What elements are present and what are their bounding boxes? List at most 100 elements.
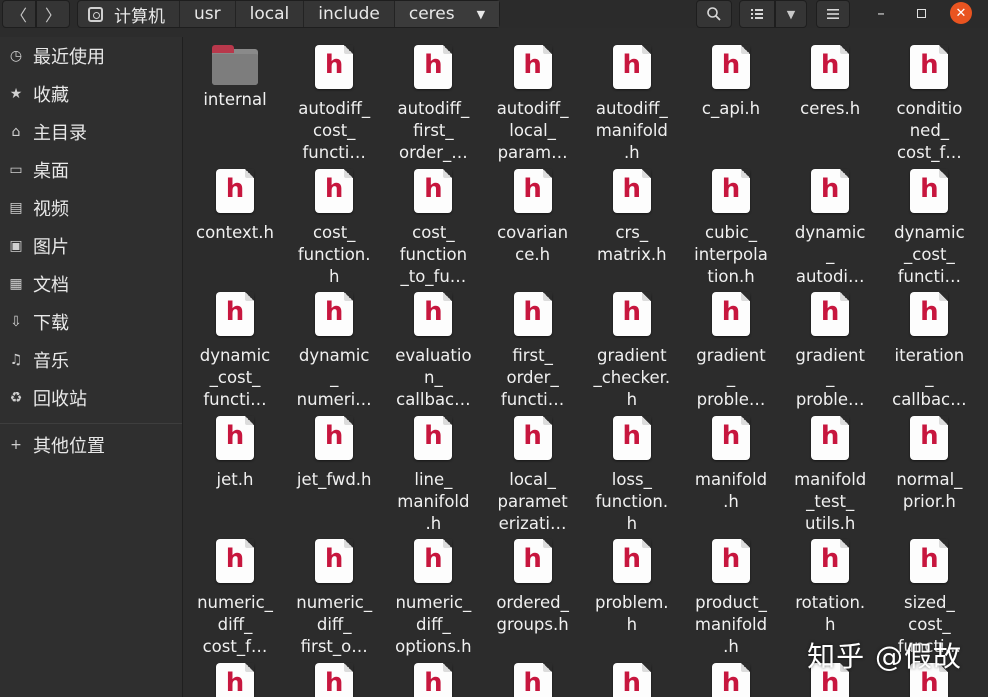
file-item[interactable]: h numeric_ diff_ options.h [386,534,480,658]
file-name: jet_fwd.h [296,469,372,489]
file-item[interactable]: h cost_ function. h [287,164,381,288]
file-name: autodiff_ cost_ functi… [298,99,371,162]
chevron-right-icon: 〉 [44,6,61,25]
sidebar-item-star[interactable]: ★ 收藏 [0,75,182,113]
file-item[interactable]: h autodiff_ local_ param… [486,40,580,164]
file-name: gradient _ proble… [795,346,865,409]
sidebar-item-image[interactable]: ▣ 图片 [0,227,182,265]
chevron-down-icon: ▼ [786,7,796,21]
file-item[interactable]: h conditio ned_ cost_f… [882,40,976,164]
header-file-icon: h [216,292,254,336]
file-item[interactable]: h jet_fwd.h [287,411,381,491]
file-name: covarian ce.h [497,222,569,264]
file-name: dynamic _ numeri… [296,346,372,409]
header-file-icon: h [612,539,651,583]
file-item[interactable]: h problem. h [585,534,679,636]
file-item[interactable]: h crs_ matrix.h [585,164,679,266]
file-item[interactable]: h [188,658,282,697]
clock-icon: ◷ [9,48,23,64]
header-file-icon: h [910,292,949,336]
file-name: numeric_ diff_ options.h [395,593,472,656]
file-item[interactable]: h gradient _checker. h [585,287,679,411]
file-item[interactable]: h autodiff_ first_ order_… [386,40,480,164]
file-item[interactable]: h loss_ function. h [585,411,679,535]
header-file-icon: h [612,415,651,460]
file-item[interactable]: h numeric_ diff_ cost_f… [188,534,282,658]
sidebar-item-music[interactable]: ♫ 音乐 [0,341,182,379]
list-view-button[interactable] [739,0,775,28]
file-item[interactable]: h [585,658,679,697]
header-file-icon: h [712,168,750,213]
sidebar-item-desktop[interactable]: ▭ 桌面 [0,151,182,189]
file-item[interactable]: h gradient _ proble… [783,287,877,411]
file-item[interactable]: h context.h [188,164,282,244]
view-options-dropdown[interactable]: ▼ [775,0,807,28]
file-item[interactable]: h [287,658,381,697]
breadcrumb-local[interactable]: local [234,1,304,27]
sidebar-item-label: 文档 [33,275,69,296]
file-name: product_ manifold .h [694,593,768,656]
sidebar-divider [0,423,182,424]
menu-button[interactable] [816,0,850,28]
minimize-button[interactable]: – [864,0,898,26]
maximize-button[interactable] [904,0,938,26]
sidebar-item-clock[interactable]: ◷ 最近使用 [0,37,182,75]
file-item[interactable]: h dynamic _ autodi… [783,164,877,288]
sidebar-item-download[interactable]: ⇩ 下载 [0,303,182,341]
search-button[interactable] [696,0,732,28]
file-item[interactable]: h jet.h [188,411,282,491]
file-item[interactable]: h rotation. h [783,534,877,636]
file-name: autodiff_ local_ param… [496,99,569,162]
sidebar-item-document[interactable]: ▦ 文档 [0,265,182,303]
file-item[interactable]: h cubic_ interpola tion.h [684,164,778,288]
chevron-left-icon: 〈 [10,6,27,25]
file-item[interactable]: h evaluatio n_ callbac… [386,287,480,411]
file-item[interactable]: h dynamic _cost_ functi… [188,287,282,411]
file-item[interactable]: h numeric_ diff_ first_o… [287,534,381,658]
file-item[interactable]: h iteration _ callbac… [882,287,976,411]
breadcrumb-ceres[interactable]: ceres ▼ [393,1,500,27]
file-item[interactable]: h dynamic _ numeri… [287,287,381,411]
sidebar-item-home[interactable]: ⌂ 主目录 [0,113,182,151]
file-item[interactable]: h line_ manifold .h [386,411,480,535]
back-button[interactable]: 〈 [2,0,36,28]
file-item[interactable]: h autodiff_ manifold .h [585,40,679,164]
file-item[interactable]: h ceres.h [783,40,877,120]
header-file-icon: h [315,45,354,89]
sidebar-item-video[interactable]: ▤ 视频 [0,189,182,227]
file-item[interactable]: h manifold _test_ utils.h [783,411,877,535]
breadcrumb-include[interactable]: include [303,1,394,27]
header-file-icon: h [513,45,552,89]
header-file-icon: h [910,168,949,213]
breadcrumb-usr[interactable]: usr [179,1,235,27]
file-name: manifold .h [694,469,768,511]
file-item[interactable]: h local_ paramet erizati… [486,411,580,535]
file-item[interactable]: h ordered_ groups.h [486,534,580,636]
header-file-icon: h [811,45,850,89]
file-item[interactable]: h first_ order_ functi… [486,287,580,411]
header-file-icon: h [315,662,354,697]
file-item[interactable]: h [684,658,778,697]
file-item[interactable]: h [486,658,580,697]
file-item[interactable]: h normal_ prior.h [882,411,976,513]
file-item[interactable]: h c_api.h [684,40,778,120]
close-button[interactable]: ✕ [944,0,978,26]
file-item[interactable]: h cost_ function _to_fu… [386,164,480,288]
sidebar-item-trash[interactable]: ♻ 回收站 [0,379,182,417]
file-item[interactable]: h autodiff_ cost_ functi… [287,40,381,164]
file-item[interactable]: h dynamic _cost_ functi… [882,164,976,288]
file-item[interactable]: h [386,658,480,697]
file-item[interactable]: h covarian ce.h [486,164,580,266]
close-icon: ✕ [950,2,972,24]
file-item[interactable]: h gradient _ proble… [684,287,778,411]
search-icon [707,7,721,21]
file-item[interactable]: h product_ manifold .h [684,534,778,658]
breadcrumb-computer[interactable]: 计算机 [78,1,179,27]
file-name: dynamic _cost_ functi… [199,346,271,409]
forward-button[interactable]: 〉 [36,0,70,28]
sidebar-item-other-locations[interactable]: + 其他位置 [0,426,182,464]
file-item[interactable]: h manifold .h [684,411,778,513]
header-file-icon: h [315,415,354,460]
folder-item[interactable]: internal [188,40,282,111]
header-file-icon: h [414,45,453,89]
